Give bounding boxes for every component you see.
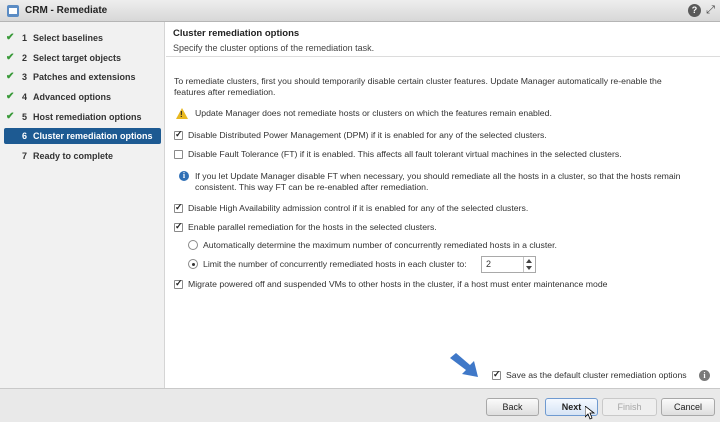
step-number: 5 bbox=[22, 112, 28, 122]
step-host-remediation-options[interactable]: ✔ 5 Host remediation options bbox=[4, 109, 161, 125]
step-number: 4 bbox=[22, 92, 28, 102]
check-icon: ✔ bbox=[6, 111, 15, 122]
finish-button: Finish bbox=[602, 398, 657, 416]
save-default-label: Save as the default cluster remediation … bbox=[506, 370, 687, 380]
step-cluster-remediation-options[interactable]: 6 Cluster remediation options bbox=[4, 128, 161, 144]
disable-dpm-checkbox[interactable] bbox=[174, 129, 183, 140]
step-label: Select target objects bbox=[33, 53, 122, 63]
disable-ft-label: Disable Fault Tolerance (FT) if it is en… bbox=[188, 149, 622, 159]
pointer-arrow-icon bbox=[450, 353, 478, 377]
wizard-footer: Back Next Finish Cancel bbox=[0, 388, 720, 422]
expand-window-icon[interactable]: ⤢ bbox=[705, 5, 716, 16]
limit-hosts-label: Limit the number of concurrently remedia… bbox=[203, 259, 467, 269]
page-title: Cluster remediation options bbox=[173, 28, 300, 39]
step-number: 1 bbox=[22, 33, 28, 43]
disable-ha-label: Disable High Availability admission cont… bbox=[188, 203, 529, 213]
warning-text: Update Manager does not remediate hosts … bbox=[195, 108, 552, 118]
step-select-baselines[interactable]: ✔ 1 Select baselines bbox=[4, 30, 161, 46]
back-button[interactable]: Back bbox=[486, 398, 539, 416]
info-icon: i bbox=[179, 171, 189, 181]
check-icon: ✔ bbox=[6, 71, 15, 82]
wizard-steps-sidebar: ✔ 1 Select baselines ✔ 2 Select target o… bbox=[0, 22, 165, 388]
check-icon: ✔ bbox=[6, 52, 15, 63]
page-subtitle: Specify the cluster options of the remed… bbox=[173, 43, 375, 53]
help-icon[interactable]: ? bbox=[688, 4, 701, 17]
limit-hosts-radio[interactable] bbox=[188, 259, 198, 269]
check-icon: ✔ bbox=[6, 91, 15, 102]
save-default-info-icon[interactable]: i bbox=[699, 370, 710, 381]
step-select-target-objects[interactable]: ✔ 2 Select target objects bbox=[4, 50, 161, 66]
step-advanced-options[interactable]: ✔ 4 Advanced options bbox=[4, 89, 161, 105]
step-label: Patches and extensions bbox=[33, 72, 136, 82]
disable-ft-checkbox[interactable] bbox=[174, 150, 183, 159]
step-number: 6 bbox=[22, 131, 28, 141]
step-ready-to-complete[interactable]: 7 Ready to complete bbox=[4, 148, 161, 164]
step-label: Advanced options bbox=[33, 92, 112, 102]
auto-determine-radio[interactable] bbox=[188, 240, 198, 250]
limit-hosts-stepper[interactable]: 2 bbox=[481, 256, 536, 273]
save-default-checkbox[interactable] bbox=[492, 369, 501, 380]
warning-icon: ! bbox=[176, 108, 188, 119]
limit-hosts-value: 2 bbox=[486, 259, 492, 269]
window-title: CRM - Remediate bbox=[25, 5, 108, 16]
ft-info-line2: consistent. This way FT can be re-enable… bbox=[195, 182, 429, 192]
step-number: 7 bbox=[22, 151, 28, 161]
vsphere-app-icon bbox=[7, 5, 19, 17]
migrate-vms-label: Migrate powered off and suspended VMs to… bbox=[188, 279, 608, 289]
cancel-button[interactable]: Cancel bbox=[661, 398, 715, 416]
stepper-arrows[interactable] bbox=[523, 257, 535, 272]
ft-info-line1: If you let Update Manager disable FT whe… bbox=[195, 171, 681, 181]
check-icon: ✔ bbox=[6, 32, 15, 43]
step-label: Ready to complete bbox=[33, 151, 114, 161]
disable-dpm-label: Disable Distributed Power Management (DP… bbox=[188, 130, 547, 140]
step-label: Cluster remediation options bbox=[33, 131, 153, 141]
step-label: Select baselines bbox=[33, 33, 104, 43]
parallel-remediation-label: Enable parallel remediation for the host… bbox=[188, 222, 437, 232]
intro-text-line2: features after remediation. bbox=[174, 87, 276, 97]
step-label: Host remediation options bbox=[33, 112, 142, 122]
stepper-up-icon[interactable] bbox=[526, 259, 532, 263]
intro-text-line1: To remediate clusters, first you should … bbox=[174, 76, 662, 86]
disable-ha-checkbox[interactable] bbox=[174, 202, 183, 213]
mouse-cursor-icon bbox=[585, 406, 595, 420]
window-titlebar: CRM - Remediate ? ⤢ bbox=[0, 0, 720, 22]
main-panel: Cluster remediation options Specify the … bbox=[166, 22, 720, 388]
page-header: Cluster remediation options Specify the … bbox=[166, 22, 720, 57]
stepper-down-icon[interactable] bbox=[526, 266, 532, 270]
parallel-remediation-checkbox[interactable] bbox=[174, 221, 183, 232]
auto-determine-label: Automatically determine the maximum numb… bbox=[203, 240, 557, 250]
migrate-vms-checkbox[interactable] bbox=[174, 278, 183, 289]
step-patches-and-extensions[interactable]: ✔ 3 Patches and extensions bbox=[4, 69, 161, 85]
step-number: 2 bbox=[22, 53, 28, 63]
step-number: 3 bbox=[22, 72, 28, 82]
